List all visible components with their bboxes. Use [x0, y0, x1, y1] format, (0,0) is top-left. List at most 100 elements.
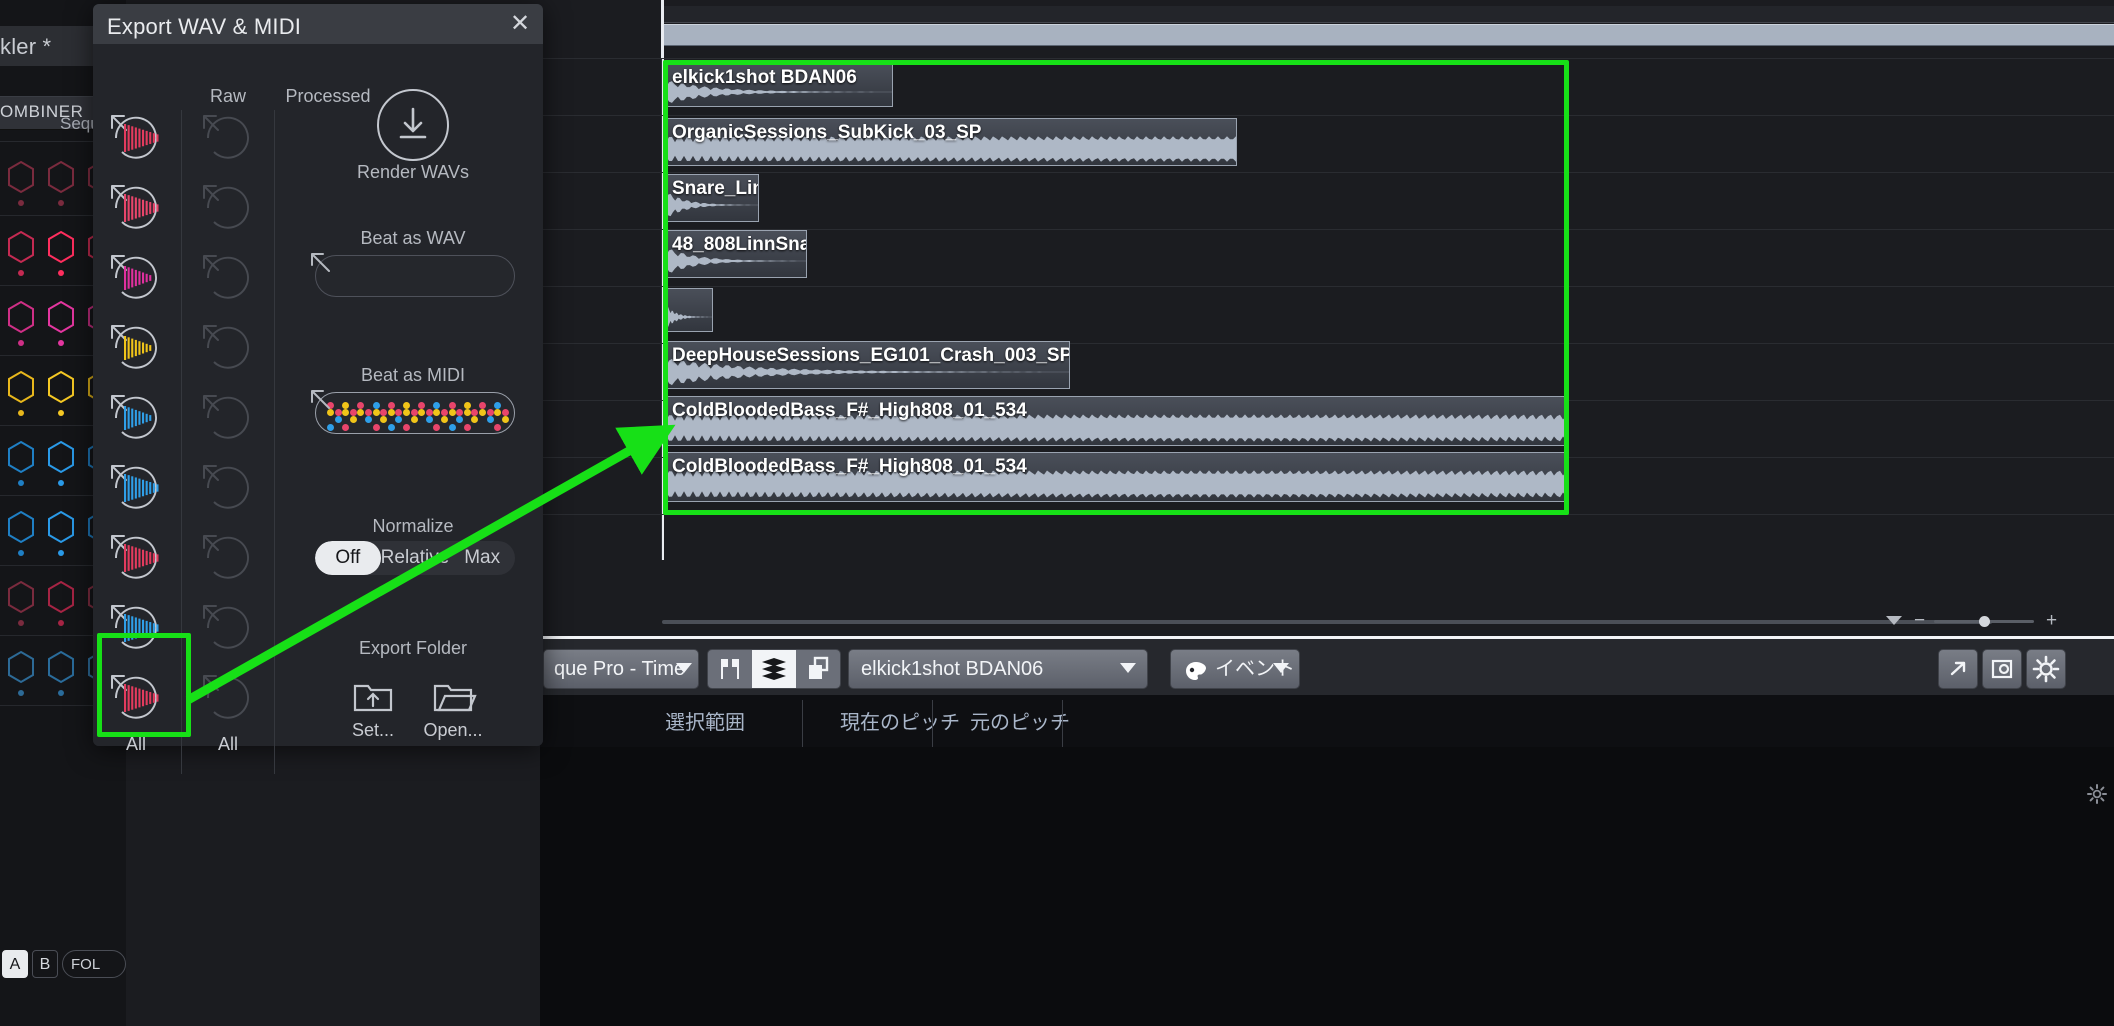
- audio-clip[interactable]: ColdBloodedBass_F#_High808_01_534: [665, 396, 1567, 446]
- track-lane-divider: [540, 514, 2114, 515]
- hex-pad-indicator: [58, 410, 64, 416]
- chevron-down-icon[interactable]: [1886, 616, 1902, 625]
- midi-note-dot: [357, 402, 365, 409]
- processed-render-icon[interactable]: [196, 316, 260, 380]
- chevron-down-icon[interactable]: [676, 663, 692, 673]
- processed-render-icon[interactable]: [196, 386, 260, 450]
- chevron-down-icon[interactable]: [1120, 663, 1136, 673]
- raw-render-icon[interactable]: [104, 176, 168, 240]
- markers-icon[interactable]: [708, 650, 752, 688]
- folder-upload-icon[interactable]: [351, 674, 395, 714]
- hex-pad[interactable]: [6, 230, 36, 264]
- hex-pad[interactable]: [6, 300, 36, 334]
- ruler-upper[interactable]: [662, 6, 2114, 23]
- hex-pad-indicator: [58, 270, 64, 276]
- raw-render-icon[interactable]: [104, 596, 168, 660]
- processed-render-icon[interactable]: [196, 526, 260, 590]
- beat-as-wav-drop-target[interactable]: [315, 255, 515, 297]
- render-wavs-button[interactable]: [377, 89, 449, 161]
- audio-clip[interactable]: OrganicSessions_SubKick_03_SP: [665, 118, 1237, 166]
- midi-note-dot: [448, 409, 456, 417]
- audio-clip[interactable]: ColdBloodedBass_F#_High808_01_534: [665, 452, 1567, 502]
- processed-render-icon[interactable]: [196, 176, 260, 240]
- hex-pad[interactable]: [46, 370, 76, 404]
- midi-note-dot: [463, 423, 471, 431]
- window-settings-button[interactable]: [1982, 649, 2022, 689]
- clip-name: DeepHouseSessions_EG101_Crash_003_SP: [672, 345, 1070, 366]
- beat-as-midi-drop-target[interactable]: [315, 392, 515, 434]
- midi-note-dot: [372, 409, 380, 417]
- hex-pad-indicator: [58, 620, 64, 626]
- duplicate-icon[interactable]: [796, 650, 840, 688]
- midi-note-dot: [486, 416, 494, 424]
- hex-pad[interactable]: [6, 650, 36, 684]
- hex-pad[interactable]: [46, 650, 76, 684]
- editor-body[interactable]: [540, 747, 2114, 1026]
- hex-pad[interactable]: [46, 510, 76, 544]
- normalize-option-off[interactable]: Off: [315, 541, 381, 575]
- raw-render-icon[interactable]: [104, 526, 168, 590]
- processed-render-icon[interactable]: [196, 456, 260, 520]
- bank-b-button[interactable]: B: [32, 950, 58, 978]
- raw-render-icon[interactable]: [104, 246, 168, 310]
- horizontal-scrollbar[interactable]: [662, 620, 1992, 624]
- hex-pad[interactable]: [46, 440, 76, 474]
- timeline-ruler[interactable]: [540, 0, 2114, 58]
- hex-pad[interactable]: [6, 510, 36, 544]
- folder-button[interactable]: FOL: [62, 950, 126, 978]
- raw-all-icon[interactable]: [104, 666, 168, 730]
- normalize-segmented-control[interactable]: Off Relative Max: [315, 541, 515, 575]
- beat-as-midi-label: Beat as MIDI: [360, 365, 466, 385]
- hex-pad[interactable]: [46, 230, 76, 264]
- zoom-in-button[interactable]: +: [2046, 611, 2057, 630]
- audio-clip[interactable]: DeepHouseSessions_EG101_Crash_003_SP: [665, 341, 1070, 389]
- chevron-down-icon[interactable]: [1273, 663, 1289, 673]
- hex-pad[interactable]: [6, 580, 36, 614]
- clip-waveform: [666, 303, 712, 331]
- layers-icon[interactable]: [752, 650, 796, 688]
- bank-a-button[interactable]: A: [2, 950, 28, 978]
- divider: [932, 700, 933, 748]
- audio-clip[interactable]: [665, 288, 713, 332]
- raw-render-icon[interactable]: [104, 386, 168, 450]
- gear-button[interactable]: [2026, 649, 2066, 689]
- folder-open-icon[interactable]: [431, 674, 477, 714]
- midi-note-dot: [494, 409, 502, 417]
- hex-pad[interactable]: [6, 370, 36, 404]
- ruler-lower[interactable]: [662, 24, 2114, 46]
- hex-pad[interactable]: [6, 160, 36, 194]
- hex-pad[interactable]: [46, 300, 76, 334]
- raw-render-icon[interactable]: [104, 316, 168, 380]
- zoom-slider-knob[interactable]: [1979, 616, 1990, 627]
- clip-name: Snare_Linn: [672, 178, 758, 199]
- hex-pad[interactable]: [6, 440, 36, 474]
- hex-pad[interactable]: [46, 580, 76, 614]
- processed-render-icon[interactable]: [196, 596, 260, 660]
- midi-note-dot: [349, 416, 357, 424]
- hex-pad-indicator: [18, 340, 24, 346]
- close-icon[interactable]: ✕: [507, 12, 533, 38]
- divider: [802, 700, 803, 748]
- hex-pad[interactable]: [46, 160, 76, 194]
- palette-icon: [1185, 661, 1207, 686]
- midi-note-dot: [425, 416, 433, 424]
- midi-note-dot: [410, 409, 418, 417]
- open-external-button[interactable]: [1938, 649, 1978, 689]
- audio-clip[interactable]: elkick1shot BDAN06: [665, 63, 893, 107]
- audio-clip[interactable]: Snare_Linn: [665, 174, 759, 222]
- processed-render-icon[interactable]: [196, 106, 260, 170]
- raw-render-icon[interactable]: [104, 456, 168, 520]
- normalize-option-relative[interactable]: Relative: [381, 541, 450, 575]
- midi-note-dot: [456, 416, 464, 424]
- zoom-out-button[interactable]: −: [1914, 611, 1925, 630]
- midi-note-dot: [463, 409, 471, 417]
- processed-all-icon[interactable]: [196, 666, 260, 730]
- clip-dropdown[interactable]: elkick1shot BDAN06: [848, 649, 1148, 689]
- audio-clip[interactable]: 48_808LinnSnare_SP: [665, 230, 807, 278]
- processed-render-icon[interactable]: [196, 246, 260, 310]
- midi-note-dot: [403, 409, 410, 417]
- gear-icon[interactable]: [2086, 783, 2108, 805]
- raw-render-icon[interactable]: [104, 106, 168, 170]
- hex-pad-indicator: [58, 480, 64, 486]
- normalize-option-max[interactable]: Max: [449, 541, 515, 575]
